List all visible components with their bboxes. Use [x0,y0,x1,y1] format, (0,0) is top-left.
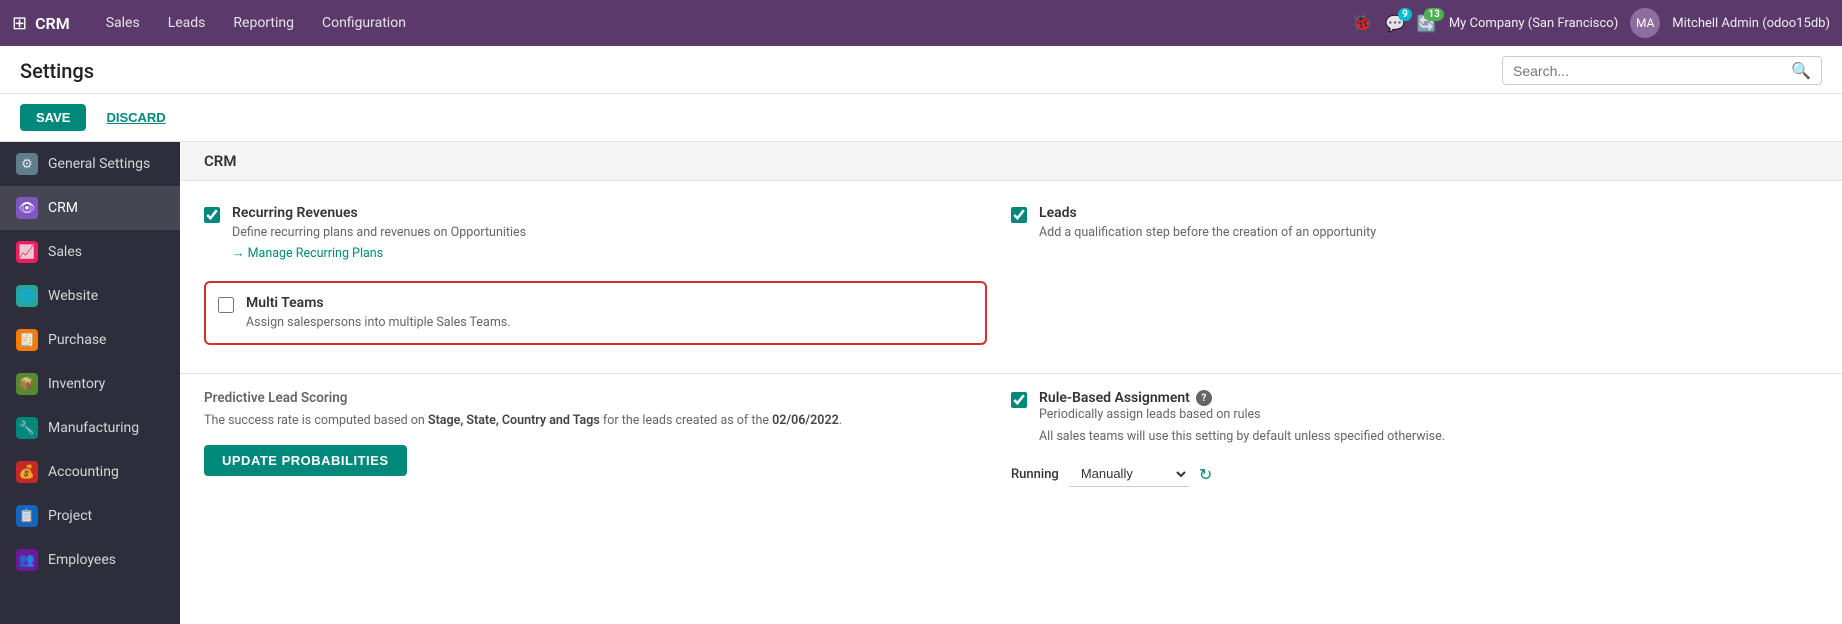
chat-badge: 9 [1398,8,1412,21]
running-row: Running Manually Every Day Every Week Ev… [1011,461,1818,487]
rba-checkbox[interactable] [1011,392,1027,408]
sidebar-item-employees[interactable]: 👥 Employees [0,538,180,582]
grid-menu-icon[interactable]: ⊞ [12,13,27,34]
rba-header: Rule-Based Assignment ? Periodically ass… [1011,390,1818,449]
chat-icon[interactable]: 💬 9 [1385,14,1405,33]
pls-bold-criteria: Stage, State, Country and Tags [428,413,600,428]
multi-teams-title: Multi Teams [246,295,973,311]
sidebar-item-sales[interactable]: 📈 Sales [0,230,180,274]
sidebar-label-sales: Sales [48,244,82,260]
bug-icon[interactable]: 🐞 [1352,13,1373,33]
top-navigation: ⊞ CRM Sales Leads Reporting Configuratio… [0,0,1842,46]
nav-configuration[interactable]: Configuration [310,9,418,37]
user-name[interactable]: Mitchell Admin (odoo15db) [1672,16,1830,31]
sidebar-label-inventory: Inventory [48,376,105,392]
sidebar-label-general: General Settings [48,156,150,172]
updates-badge: 13 [1424,8,1443,21]
sidebar-label-accounting: Accounting [48,464,119,480]
multi-teams-setting: Multi Teams Assign salespersons into mul… [204,281,987,346]
settings-toolbar: SAVE DISCARD [0,94,1842,142]
leads-setting: Leads Add a qualification step before th… [1011,205,1818,242]
rba-desc1: Periodically assign leads based on rules [1039,406,1445,424]
leads-checkbox[interactable] [1011,207,1027,223]
rba-content: Rule-Based Assignment ? Periodically ass… [1039,390,1445,449]
rba-title: Rule-Based Assignment ? [1039,390,1445,406]
refresh-icon[interactable]: ↻ [1199,465,1212,484]
accounting-icon: 💰 [16,461,38,483]
bottom-settings-grid: Predictive Lead Scoring The success rate… [180,373,1842,511]
search-bar[interactable]: 🔍 [1502,56,1822,85]
manufacturing-icon: 🔧 [16,417,38,439]
sidebar-item-accounting[interactable]: 💰 Accounting [0,450,180,494]
pls-desc: The success rate is computed based on St… [204,412,987,431]
sales-icon: 📈 [16,241,38,263]
recurring-revenues-text: Recurring Revenues Define recurring plan… [232,205,987,261]
recurring-revenues-setting: Recurring Revenues Define recurring plan… [204,205,987,261]
save-button[interactable]: SAVE [20,104,86,131]
sidebar-label-employees: Employees [48,552,116,568]
page-title: Settings [20,59,94,83]
sidebar-item-purchase[interactable]: 🧾 Purchase [0,318,180,362]
nav-sales[interactable]: Sales [94,9,152,37]
leads-col: Leads Add a qualification step before th… [1011,205,1818,365]
search-icon: 🔍 [1791,61,1811,80]
recurring-revenues-desc: Define recurring plans and revenues on O… [232,224,987,242]
sidebar-label-crm: CRM [48,200,78,216]
subheader: Settings 🔍 [0,46,1842,94]
inventory-icon: 📦 [16,373,38,395]
running-label: Running [1011,467,1059,482]
recurring-revenues-col: Recurring Revenues Define recurring plan… [204,205,1011,365]
sidebar-label-project: Project [48,508,92,524]
sidebar-item-inventory[interactable]: 📦 Inventory [0,362,180,406]
pls-date: 02/06/2022 [772,413,839,428]
purchase-icon: 🧾 [16,329,38,351]
crm-section-header: CRM [180,142,1842,181]
rba-section: Rule-Based Assignment ? Periodically ass… [1011,390,1818,487]
sidebar-label-website: Website [48,288,98,304]
top-right-controls: 🐞 💬 9 🔄 13 My Company (San Francisco) MA… [1352,8,1830,38]
multi-teams-checkbox[interactable] [218,297,234,313]
company-selector[interactable]: My Company (San Francisco) [1449,16,1618,31]
sidebar-item-crm[interactable]: 👁 CRM [0,186,180,230]
rba-help-icon[interactable]: ? [1196,390,1212,406]
sidebar-item-project[interactable]: 📋 Project [0,494,180,538]
manage-recurring-plans-link[interactable]: → Manage Recurring Plans [232,246,383,261]
main-settings-content: CRM Recurring Revenues Define recurring … [180,142,1842,624]
sidebar-item-general-settings[interactable]: ⚙ General Settings [0,142,180,186]
recurring-revenues-checkbox[interactable] [204,207,220,223]
sidebar-label-manufacturing: Manufacturing [48,420,139,436]
sidebar-item-website[interactable]: 🌐 Website [0,274,180,318]
leads-text: Leads Add a qualification step before th… [1039,205,1818,242]
settings-sidebar: ⚙ General Settings 👁 CRM 📈 Sales 🌐 Websi… [0,142,180,624]
nav-reporting[interactable]: Reporting [221,9,306,37]
pls-section: Predictive Lead Scoring The success rate… [204,390,1011,487]
update-probabilities-button[interactable]: UPDATE PROBABILITIES [204,445,407,476]
employees-icon: 👥 [16,549,38,571]
recurring-revenues-title: Recurring Revenues [232,205,987,221]
leads-title: Leads [1039,205,1818,221]
website-icon: 🌐 [16,285,38,307]
general-settings-icon: ⚙ [16,153,38,175]
leads-desc: Add a qualification step before the crea… [1039,224,1818,242]
body-layout: ⚙ General Settings 👁 CRM 📈 Sales 🌐 Websi… [0,142,1842,624]
user-avatar[interactable]: MA [1630,8,1660,38]
top-menu: Sales Leads Reporting Configuration [94,9,1352,37]
sidebar-label-purchase: Purchase [48,332,106,348]
search-input[interactable] [1513,63,1791,79]
rba-desc2: All sales teams will use this setting by… [1039,428,1445,446]
running-select[interactable]: Manually Every Day Every Week Every Mont… [1069,461,1189,487]
crm-icon: 👁 [16,197,38,219]
app-name[interactable]: CRM [35,14,70,33]
multi-teams-desc: Assign salespersons into multiple Sales … [246,314,973,332]
nav-leads[interactable]: Leads [156,9,218,37]
top-settings-grid: Recurring Revenues Define recurring plan… [180,181,1842,365]
pls-title: Predictive Lead Scoring [204,390,987,406]
discard-button[interactable]: DISCARD [96,104,175,131]
updates-icon[interactable]: 🔄 13 [1417,14,1437,33]
multi-teams-text: Multi Teams Assign salespersons into mul… [246,295,973,332]
sidebar-item-manufacturing[interactable]: 🔧 Manufacturing [0,406,180,450]
project-icon: 📋 [16,505,38,527]
